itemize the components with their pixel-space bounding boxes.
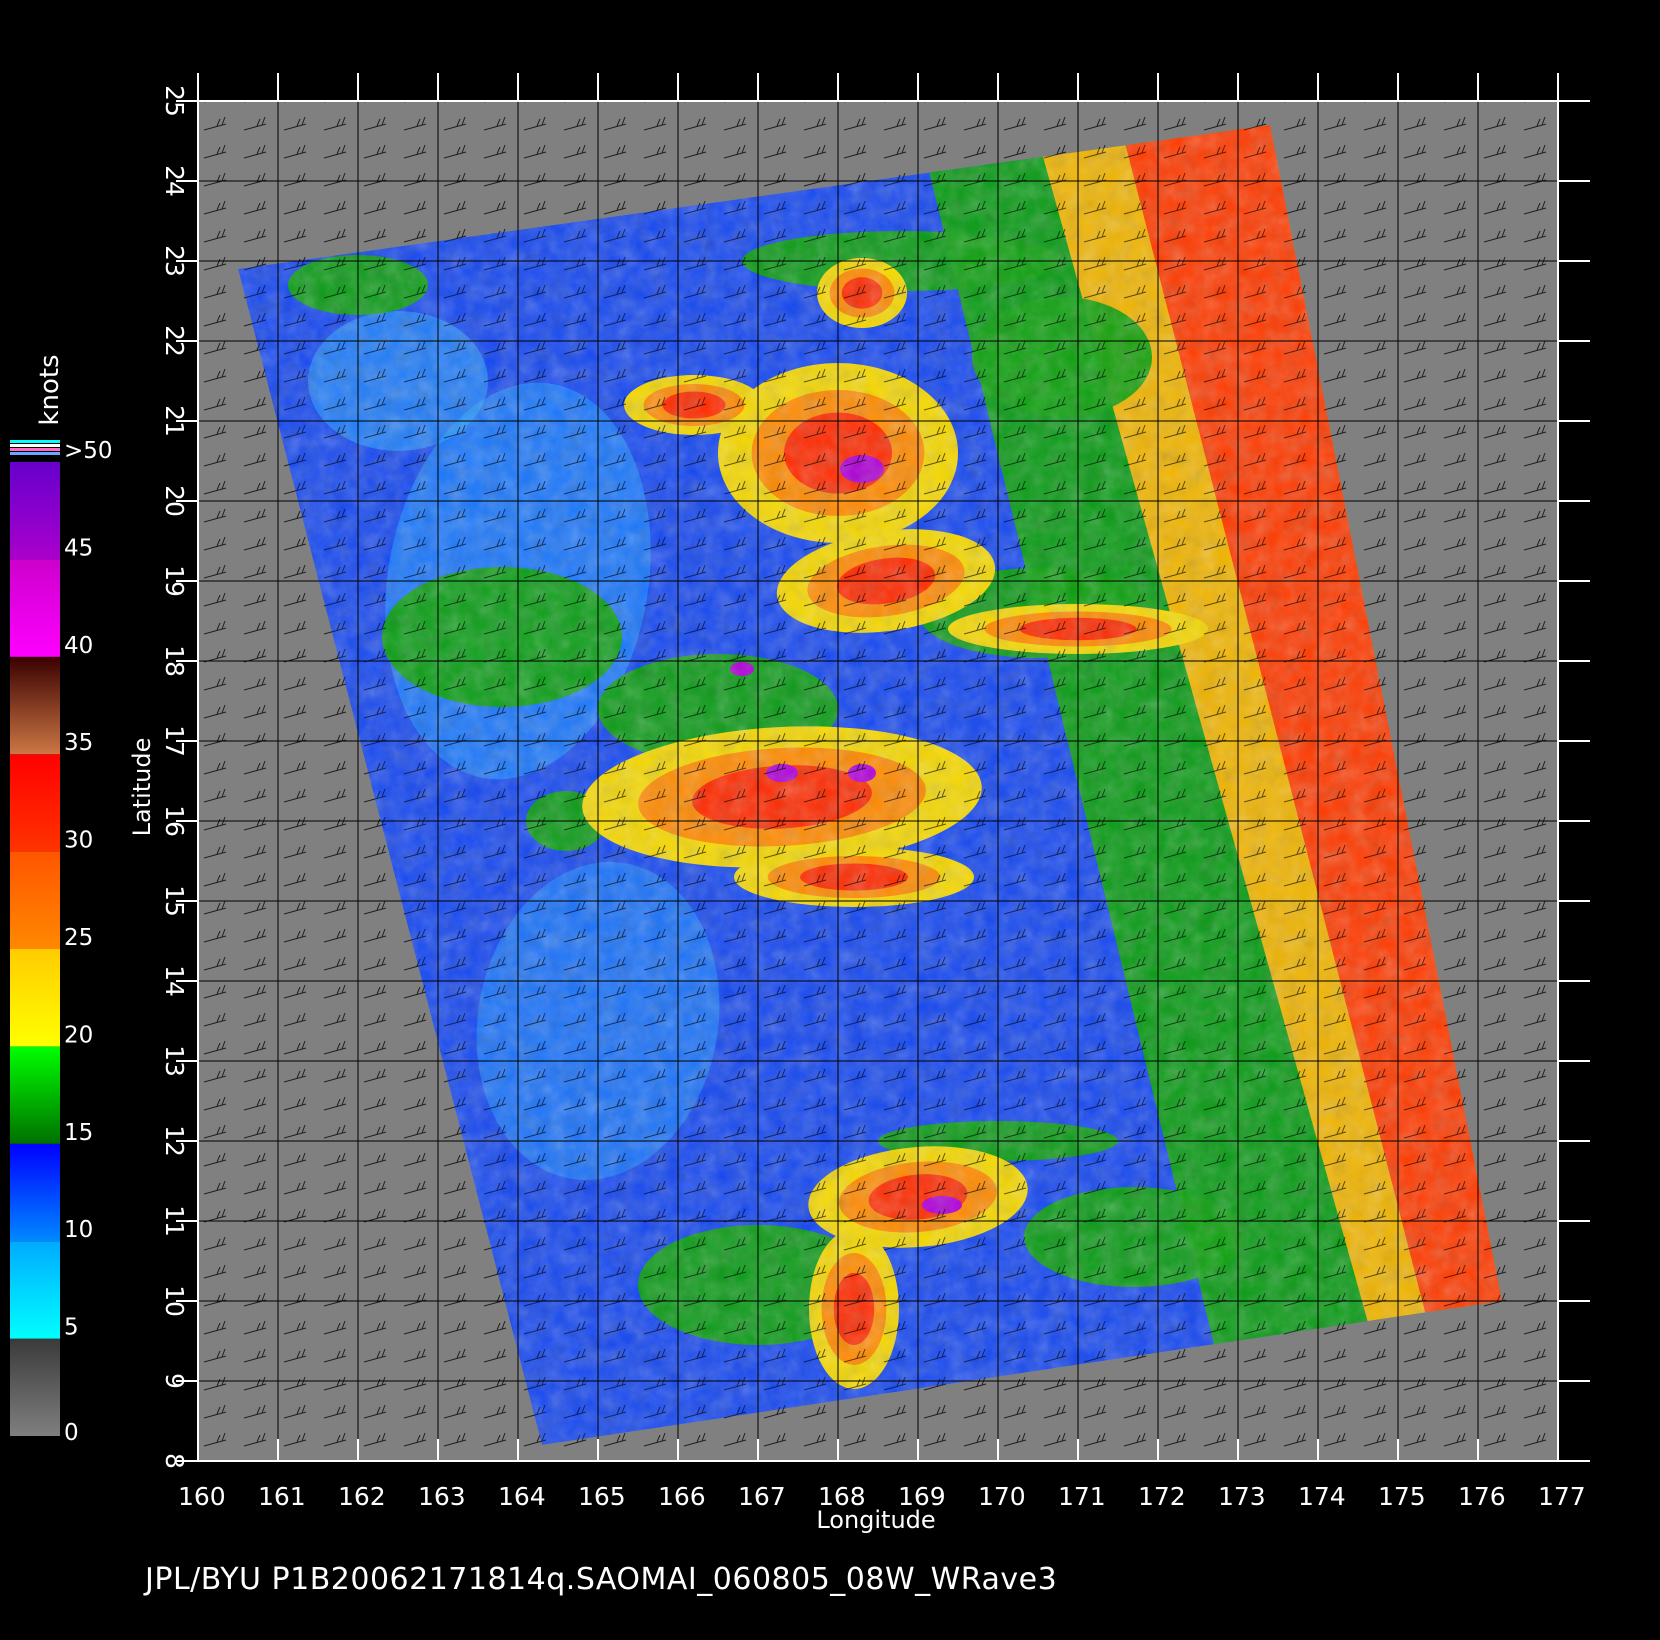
y-tick-label: 15	[160, 885, 189, 917]
y-tick-label: 22	[160, 325, 189, 357]
colorbar-band	[10, 462, 60, 560]
y-tick-label: 24	[160, 165, 189, 197]
colorbar-band	[10, 1143, 60, 1242]
colorbar-tick-label: 35	[64, 730, 93, 756]
x-tick-label: 170	[978, 1482, 1026, 1511]
colorbar-cap-stripe	[10, 452, 60, 455]
y-tick-label: 25	[160, 85, 189, 117]
colorbar-tick-label: 25	[64, 925, 93, 951]
x-tick-label: 162	[338, 1482, 386, 1511]
y-tick-label: 21	[160, 405, 189, 437]
y-tick-label: 17	[160, 725, 189, 757]
x-tick-label: 174	[1298, 1482, 1346, 1511]
colorbar-cap-stripe	[10, 440, 60, 443]
y-tick-label: 23	[160, 245, 189, 277]
x-tick-label: 164	[498, 1482, 546, 1511]
colorbar-band	[10, 1338, 60, 1436]
colorbar: 0 5 10 15 20 25 30 35 40 45 >50 knots	[10, 354, 113, 1446]
colorbar-band	[10, 1046, 60, 1144]
colorbar-tick-label: 5	[64, 1315, 79, 1341]
y-axis-label: Latitude	[128, 738, 156, 837]
colorbar-tick-label: 0	[64, 1420, 79, 1446]
colorbar-tick-label: >50	[64, 438, 113, 464]
colorbar-band	[10, 1241, 60, 1339]
y-tick-label: 13	[160, 1045, 189, 1077]
colorbar-title: knots	[35, 354, 65, 425]
x-tick-label: 176	[1458, 1482, 1506, 1511]
colorbar-tick-label: 30	[64, 828, 93, 854]
footer-caption: JPL/BYU P1B20062171814q.SAOMAI_060805_08…	[145, 1562, 1058, 1597]
colorbar-tick-label: 15	[64, 1120, 93, 1146]
x-tick-label: 167	[738, 1482, 786, 1511]
colorbar-cap-stripe	[10, 448, 60, 451]
y-tick-label: 12	[160, 1125, 189, 1157]
colorbar-tick-label: 10	[64, 1217, 93, 1243]
x-tick-label: 175	[1378, 1482, 1426, 1511]
y-tick-label: 16	[160, 805, 189, 837]
x-axis-label: Longitude	[816, 1506, 935, 1534]
colorbar-cap-stripe	[10, 444, 60, 447]
x-tick-label: 177	[1538, 1482, 1586, 1511]
colorbar-tick-label: 40	[64, 633, 93, 659]
y-tick-label: 14	[160, 965, 189, 997]
x-tick-label: 160	[178, 1482, 226, 1511]
colorbar-band	[10, 656, 60, 755]
y-tick-label: 18	[160, 645, 189, 677]
x-tick-label: 173	[1218, 1482, 1266, 1511]
y-tick-label: 20	[160, 485, 189, 517]
colorbar-band	[10, 851, 60, 949]
y-tick-label: 10	[160, 1285, 189, 1317]
colorbar-band	[10, 949, 60, 1047]
x-tick-label: 171	[1058, 1482, 1106, 1511]
x-tick-label: 163	[418, 1482, 466, 1511]
x-tick-label: 161	[258, 1482, 306, 1511]
colorbar-band	[10, 559, 60, 657]
y-tick-label: 11	[160, 1205, 189, 1237]
colorbar-tick-label: 45	[64, 535, 93, 561]
wind-speed-map: 160 161 162 163 164 165 166 167 168 169 170 171 172 1…	[10, 73, 1590, 1534]
y-tick-label: 8	[160, 1453, 189, 1469]
y-tick-label: 9	[160, 1373, 189, 1389]
colorbar-tick-label: 20	[64, 1022, 93, 1048]
x-tick-label: 166	[658, 1482, 706, 1511]
colorbar-band	[10, 754, 60, 852]
plot-area: 160 161 162 163 164 165 166 167 168 169 170 171 172 1…	[160, 73, 1590, 1511]
x-tick-label: 172	[1138, 1482, 1186, 1511]
x-tick-label: 165	[578, 1482, 626, 1511]
y-tick-label: 19	[160, 565, 189, 597]
